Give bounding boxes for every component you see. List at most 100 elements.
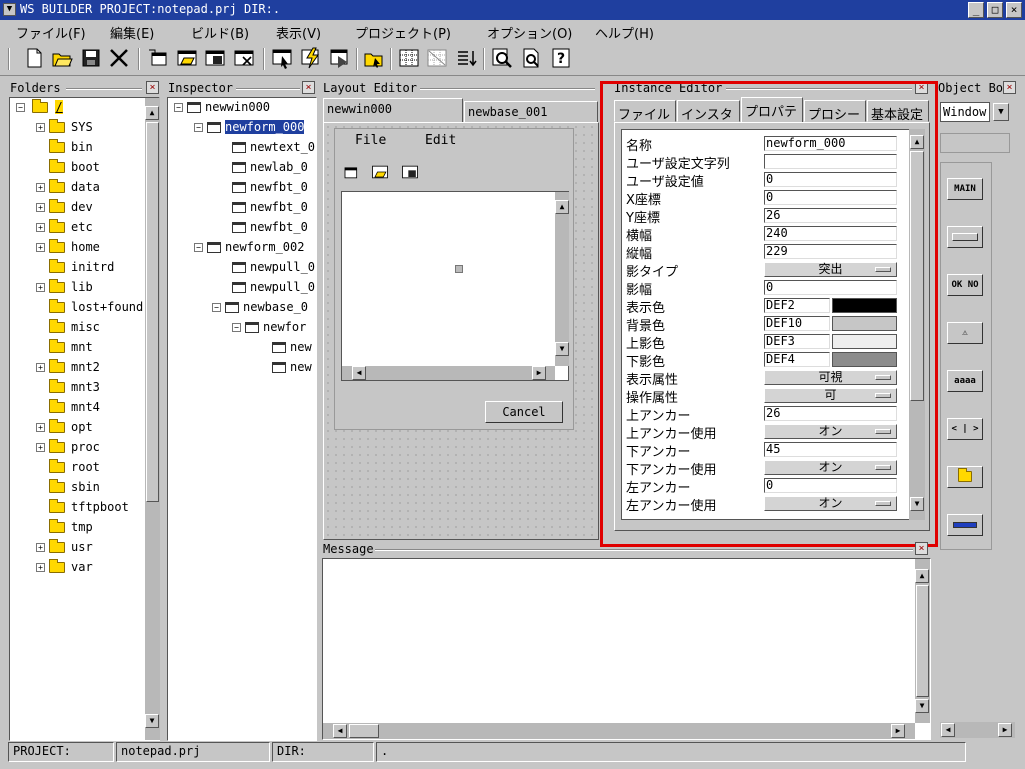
object-box-close-icon[interactable]: × [1003, 81, 1016, 94]
menu-view[interactable]: 表示(V) [276, 23, 321, 42]
object-palette-button[interactable]: < | > [947, 418, 983, 440]
form-preview[interactable]: File Edit ▲ ▼ ◀ ▶ Cancel [334, 128, 574, 430]
inspector-node[interactable]: new [268, 360, 312, 380]
color-swatch[interactable] [832, 352, 897, 367]
preview-vscroll[interactable]: ▲ ▼ [555, 192, 569, 366]
menu-project[interactable]: プロジェクト(P) [355, 23, 451, 42]
choice-indicator-icon[interactable] [875, 267, 891, 272]
scroll-down-icon[interactable]: ▼ [145, 714, 159, 728]
folder-row[interactable]: +sbin [36, 479, 100, 500]
expand-icon[interactable]: + [36, 563, 45, 572]
scroll-thumb[interactable] [146, 122, 159, 502]
tab-newwin000[interactable]: newwin000 [323, 98, 463, 122]
select-tool-icon[interactable] [270, 46, 294, 70]
preview-menu-file[interactable]: File [355, 133, 386, 148]
close-window-icon[interactable] [232, 46, 256, 70]
folders-close-icon[interactable]: × [146, 81, 159, 94]
property-value[interactable]: 45 [764, 442, 897, 457]
message-close-icon[interactable]: × [915, 542, 928, 555]
property-value[interactable]: DEF3 [764, 334, 830, 349]
inspector-node[interactable]: newtext_0 [228, 140, 315, 160]
object-palette-button[interactable]: MAIN [947, 178, 983, 200]
window-menu-icon[interactable]: ▼ [3, 3, 16, 16]
scroll-thumb[interactable] [349, 724, 379, 738]
property-scrollbar[interactable]: ▲ ▼ [909, 129, 925, 520]
help-icon[interactable]: ? [549, 46, 573, 70]
message-area[interactable]: ▲ ▼ ◀ ▶ [322, 558, 931, 740]
folders-scrollbar[interactable]: ▲ ▼ [145, 98, 160, 740]
folder-row[interactable]: + dev [36, 199, 93, 220]
grid-icon[interactable] [397, 46, 421, 70]
save-window-icon[interactable] [203, 46, 227, 70]
preview-icon[interactable] [519, 46, 543, 70]
color-swatch[interactable] [832, 334, 897, 349]
folder-row[interactable]: +lost+found [36, 299, 143, 320]
object-palette-button[interactable] [947, 514, 983, 536]
color-swatch[interactable] [832, 298, 897, 313]
preview-text-area[interactable]: ▲ ▼ ◀ ▶ [341, 191, 569, 381]
preview-cancel-button[interactable]: Cancel [485, 401, 563, 423]
delete-icon[interactable] [107, 46, 131, 70]
find-icon[interactable] [490, 46, 514, 70]
preview-save-icon[interactable] [399, 162, 421, 182]
folder-row[interactable]: + data [36, 179, 100, 200]
scroll-down-icon[interactable]: ▼ [555, 342, 569, 356]
menu-options[interactable]: オプション(O) [487, 23, 572, 42]
tab-procedure[interactable]: プロシー [804, 100, 866, 122]
folder-row[interactable]: + SYS [36, 119, 93, 140]
message-hscroll[interactable]: ◀ ▶ [323, 723, 915, 739]
folder-row[interactable]: +tmp [36, 519, 93, 540]
selection-handle[interactable] [455, 265, 463, 273]
folder-row[interactable]: +tftpboot [36, 499, 129, 520]
new-window-icon[interactable] [146, 46, 170, 70]
inspector-node[interactable]: − newfor [232, 320, 306, 340]
chevron-down-icon[interactable]: ▼ [993, 103, 1009, 121]
folder-row[interactable]: + var [36, 559, 93, 580]
folder-row[interactable]: +misc [36, 319, 100, 340]
instance-editor-close-icon[interactable]: × [915, 81, 928, 94]
collapse-icon[interactable]: − [232, 323, 241, 332]
folder-row[interactable]: +bin [36, 139, 93, 160]
menu-help[interactable]: ヘルプ(H) [595, 23, 654, 42]
property-value[interactable]: 0 [764, 172, 897, 187]
object-palette-button[interactable] [947, 226, 983, 248]
folder-select-icon[interactable] [362, 46, 386, 70]
property-choice[interactable]: 可 [764, 388, 897, 403]
folder-row[interactable]: + usr [36, 539, 93, 560]
object-filter-field[interactable] [940, 133, 1010, 153]
tab-basic-settings[interactable]: 基本設定 [867, 100, 929, 122]
property-value[interactable]: DEF10 [764, 316, 830, 331]
scroll-right-icon[interactable]: ▶ [891, 724, 905, 738]
inspector-node[interactable]: newfbt_0 [228, 220, 308, 240]
collapse-icon[interactable]: − [212, 303, 221, 312]
folder-row[interactable]: + home [36, 239, 100, 260]
expand-icon[interactable]: + [36, 283, 45, 292]
object-palette-button[interactable]: aaaa [947, 370, 983, 392]
folder-row[interactable]: + lib [36, 279, 93, 300]
new-file-icon[interactable] [22, 46, 46, 70]
tab-instance[interactable]: インスタ [677, 100, 740, 122]
property-choice[interactable]: 可視 [764, 370, 897, 385]
close-button[interactable]: × [1006, 2, 1022, 18]
object-hscroll[interactable]: ◀ ▶ [940, 722, 1015, 738]
property-value[interactable] [764, 154, 897, 169]
property-choice[interactable]: 突出 [764, 262, 897, 277]
preview-menu-edit[interactable]: Edit [425, 133, 456, 148]
menu-edit[interactable]: 編集(E) [110, 23, 154, 42]
scroll-up-icon[interactable]: ▲ [915, 569, 929, 583]
object-type-select[interactable]: Window [940, 102, 990, 122]
scroll-thumb[interactable] [916, 585, 929, 697]
preview-new-icon[interactable] [339, 162, 361, 182]
folder-row[interactable]: + opt [36, 419, 93, 440]
scroll-down-icon[interactable]: ▼ [915, 699, 929, 713]
scroll-up-icon[interactable]: ▲ [145, 106, 159, 120]
collapse-icon[interactable]: − [194, 243, 203, 252]
property-value[interactable]: newform_000 [764, 136, 897, 151]
property-value[interactable]: 240 [764, 226, 897, 241]
object-palette-button[interactable] [947, 466, 983, 488]
menu-build[interactable]: ビルド(B) [191, 23, 249, 42]
run-icon[interactable] [328, 46, 352, 70]
inspector-node[interactable]: − newwin000 [174, 100, 270, 120]
expand-icon[interactable]: + [36, 223, 45, 232]
color-swatch[interactable] [832, 316, 897, 331]
